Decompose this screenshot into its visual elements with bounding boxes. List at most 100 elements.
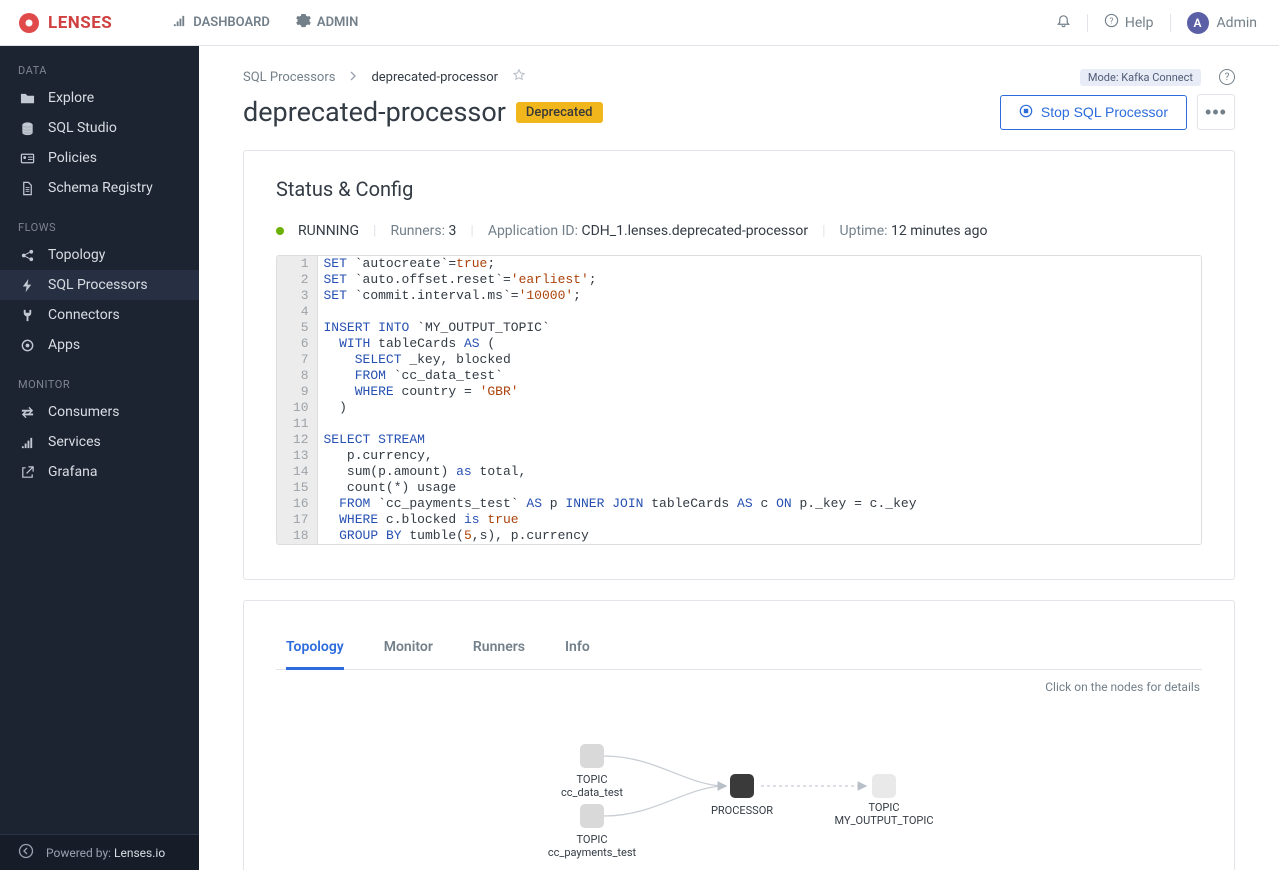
stop-circle-icon bbox=[1019, 104, 1033, 121]
help-circle-icon: ? bbox=[1104, 13, 1119, 32]
appid-value: CDH_1.lenses.deprecated-processor bbox=[581, 223, 808, 239]
brand-logo-icon bbox=[18, 12, 40, 34]
powered-by: Powered by: Lenses.io bbox=[46, 846, 165, 860]
uptime-value: 12 minutes ago bbox=[891, 223, 988, 239]
graph-hint: Click on the nodes for details bbox=[276, 670, 1202, 694]
sidebar-item-label: Services bbox=[48, 434, 101, 450]
breadcrumb-root[interactable]: SQL Processors bbox=[243, 70, 335, 85]
appid-label: Application ID: bbox=[488, 223, 578, 239]
sidebar-item-label: Explore bbox=[48, 90, 94, 106]
sidebar-item-label: Schema Registry bbox=[48, 180, 153, 196]
help-label: Help bbox=[1125, 15, 1154, 31]
help-link[interactable]: ? Help bbox=[1104, 13, 1154, 32]
sidebar-item-sql-studio[interactable]: SQL Studio bbox=[0, 113, 199, 143]
topology-graph: TOPIC cc_data_test TOPIC cc_payments_tes… bbox=[276, 694, 1202, 870]
sidebar-item-label: Consumers bbox=[48, 404, 119, 420]
separator bbox=[1087, 14, 1088, 32]
gear-icon bbox=[296, 13, 311, 32]
chevron-right-icon bbox=[349, 70, 357, 85]
status-dot-icon bbox=[276, 227, 284, 235]
topic-node-3-name: MY_OUTPUT_TOPIC bbox=[835, 814, 934, 827]
sql-code-block: 1SET `autocreate`=true; 2SET `auto.offse… bbox=[276, 255, 1202, 545]
separator bbox=[1170, 14, 1171, 32]
topnav-admin-label: ADMIN bbox=[317, 15, 358, 30]
svg-text:?: ? bbox=[1109, 16, 1113, 26]
folder-icon bbox=[18, 91, 36, 106]
exchange-icon bbox=[18, 405, 36, 420]
sidebar-item-grafana[interactable]: Grafana bbox=[0, 457, 199, 487]
id-card-icon bbox=[18, 151, 36, 166]
tab-info[interactable]: Info bbox=[565, 627, 590, 670]
share-icon bbox=[18, 248, 36, 263]
topic-node-1[interactable] bbox=[580, 744, 604, 768]
topic-node-3-type: TOPIC bbox=[835, 801, 934, 814]
sidebar-item-label: SQL Processors bbox=[48, 277, 148, 293]
sidebar-item-apps[interactable]: Apps bbox=[0, 330, 199, 360]
avatar: A bbox=[1187, 12, 1209, 34]
sidebar-item-topology[interactable]: Topology bbox=[0, 240, 199, 270]
sidebar-heading-monitor: MONITOR bbox=[0, 360, 199, 397]
sidebar-item-consumers[interactable]: Consumers bbox=[0, 397, 199, 427]
runners-value: 3 bbox=[449, 223, 457, 239]
bell-icon[interactable] bbox=[1056, 13, 1071, 32]
help-circle-icon[interactable]: ? bbox=[1219, 69, 1235, 85]
more-actions-button[interactable]: ••• bbox=[1197, 94, 1235, 130]
breadcrumb: SQL Processors deprecated-processor bbox=[243, 68, 526, 86]
sidebar-item-services[interactable]: Services bbox=[0, 427, 199, 457]
tab-runners[interactable]: Runners bbox=[473, 627, 525, 670]
collapse-icon[interactable] bbox=[18, 843, 34, 862]
brand[interactable]: LENSES bbox=[18, 12, 112, 34]
status-config-heading: Status & Config bbox=[276, 177, 1202, 201]
breadcrumb-current: deprecated-processor bbox=[371, 70, 498, 85]
processor-node-label: PROCESSOR bbox=[711, 804, 773, 817]
topnav-admin[interactable]: ADMIN bbox=[296, 13, 358, 32]
sidebar-item-label: Policies bbox=[48, 150, 97, 166]
sidebar-heading-flows: FLOWS bbox=[0, 203, 199, 240]
status-line: RUNNING | Runners: 3 | Application ID: C… bbox=[276, 223, 1202, 239]
plug-icon bbox=[18, 308, 36, 323]
deprecated-badge: Deprecated bbox=[516, 102, 603, 123]
topic-node-1-type: TOPIC bbox=[561, 773, 623, 786]
document-icon bbox=[18, 181, 36, 196]
bars-icon bbox=[18, 435, 36, 450]
topnav-dashboard[interactable]: DASHBOARD bbox=[172, 13, 270, 32]
sidebar-item-policies[interactable]: Policies bbox=[0, 143, 199, 173]
stop-processor-button[interactable]: Stop SQL Processor bbox=[1000, 95, 1187, 130]
sidebar-heading-data: DATA bbox=[0, 46, 199, 83]
processor-node[interactable] bbox=[730, 774, 754, 798]
database-icon bbox=[18, 121, 36, 136]
sidebar-item-connectors[interactable]: Connectors bbox=[0, 300, 199, 330]
user-name: Admin bbox=[1217, 15, 1257, 31]
runners-label: Runners: bbox=[390, 223, 445, 239]
page-title: deprecated-processor bbox=[243, 96, 506, 128]
sidebar-item-sql-processors[interactable]: SQL Processors bbox=[0, 270, 199, 300]
topic-node-2-type: TOPIC bbox=[548, 833, 636, 846]
bars-icon bbox=[172, 13, 187, 32]
stop-button-label: Stop SQL Processor bbox=[1041, 104, 1168, 120]
uptime-label: Uptime: bbox=[840, 223, 888, 239]
dots-icon: ••• bbox=[1205, 102, 1227, 123]
sidebar-item-label: Grafana bbox=[48, 464, 97, 480]
sidebar-item-label: Apps bbox=[48, 337, 80, 353]
tab-topology[interactable]: Topology bbox=[286, 627, 344, 670]
mode-pill: Mode: Kafka Connect bbox=[1080, 69, 1201, 86]
sidebar-item-label: Connectors bbox=[48, 307, 120, 323]
topic-node-2-name: cc_payments_test bbox=[548, 846, 636, 859]
brand-text: LENSES bbox=[48, 13, 112, 33]
sidebar-item-schema-registry[interactable]: Schema Registry bbox=[0, 173, 199, 203]
sidebar-item-label: SQL Studio bbox=[48, 120, 117, 136]
status-state: RUNNING bbox=[298, 223, 359, 239]
topic-node-2[interactable] bbox=[580, 804, 604, 828]
apps-icon bbox=[18, 338, 36, 353]
star-icon[interactable] bbox=[512, 68, 526, 86]
sidebar-item-explore[interactable]: Explore bbox=[0, 83, 199, 113]
external-link-icon bbox=[18, 465, 36, 480]
user-menu[interactable]: A Admin bbox=[1187, 12, 1257, 34]
bolt-icon bbox=[18, 278, 36, 293]
powered-by-link[interactable]: Lenses.io bbox=[114, 846, 165, 860]
topnav-dashboard-label: DASHBOARD bbox=[193, 15, 270, 30]
tab-monitor[interactable]: Monitor bbox=[384, 627, 433, 670]
topic-node-3[interactable] bbox=[872, 774, 896, 798]
sidebar-item-label: Topology bbox=[48, 247, 105, 263]
topic-node-1-name: cc_data_test bbox=[561, 786, 623, 799]
